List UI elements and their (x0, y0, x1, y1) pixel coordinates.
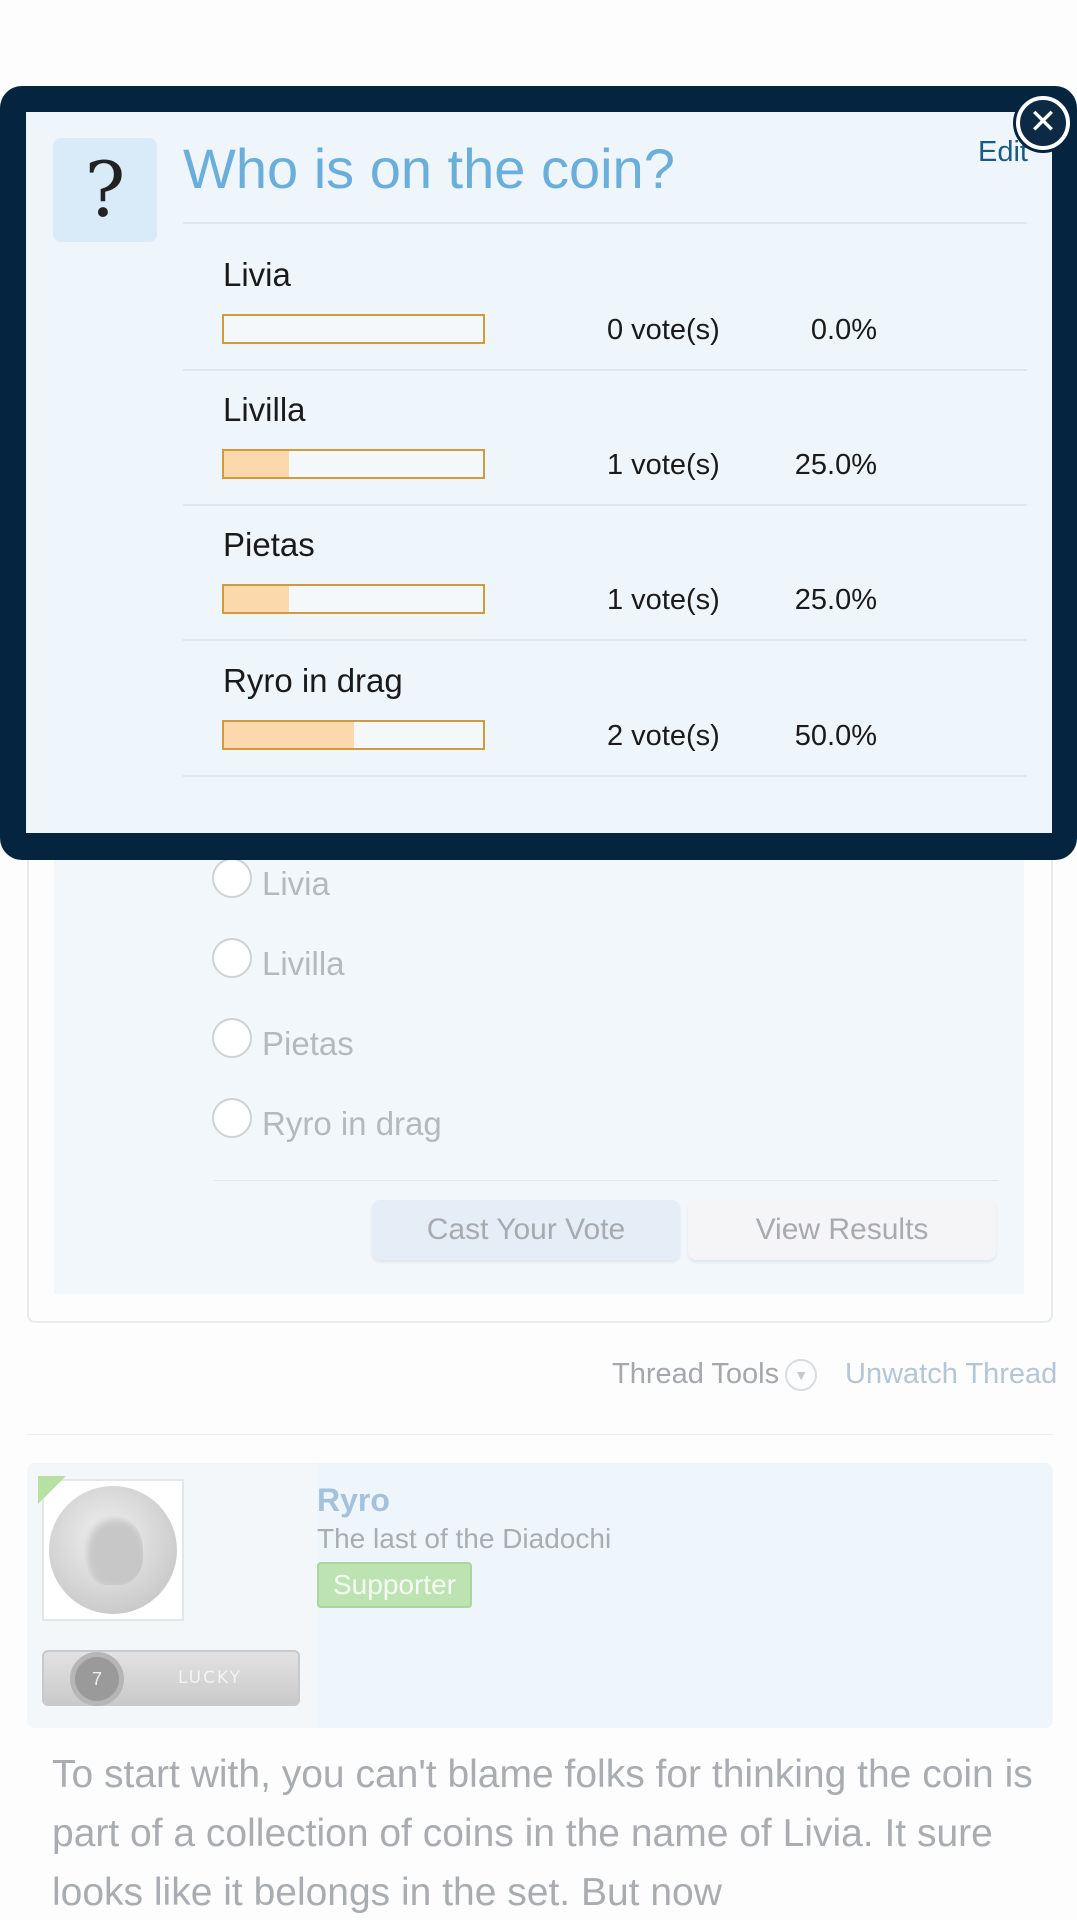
poll-option-livia[interactable]: Livia (212, 858, 330, 903)
vote-progress-bar (222, 584, 485, 614)
vote-progress-fill (224, 722, 354, 748)
rank-number-icon: 7 (70, 1652, 124, 1706)
divider (183, 222, 1027, 224)
poll-result-label: Ryro in drag (223, 662, 403, 699)
view-results-button[interactable]: View Results (688, 1200, 996, 1260)
poll-result-row: Livia 0 vote(s) 0.0% (183, 236, 1027, 371)
unwatch-thread-link[interactable]: Unwatch Thread (845, 1358, 1057, 1391)
vote-progress-fill (224, 451, 289, 477)
poll-option-pietas[interactable]: Pietas (212, 1018, 354, 1063)
vote-progress-bar (222, 314, 485, 344)
user-title: The last of the Diadochi (317, 1523, 612, 1554)
poll-result-votes: 0 vote(s) (607, 314, 720, 346)
poll-option-label: Ryro in drag (262, 1105, 442, 1142)
vote-progress-bar (222, 720, 485, 750)
poll-result-row: Livilla 1 vote(s) 25.0% (183, 371, 1027, 506)
divider (183, 775, 1027, 777)
cast-vote-button[interactable]: Cast Your Vote (372, 1200, 680, 1260)
vote-progress-bar (222, 449, 485, 479)
poll-result-row: Ryro in drag 2 vote(s) 50.0% (183, 642, 1027, 777)
online-status-icon (38, 1476, 66, 1504)
supporter-badge: Supporter (317, 1562, 472, 1608)
edit-poll-link[interactable]: Edit (978, 136, 1028, 169)
poll-result-label: Pietas (223, 526, 315, 563)
poll-result-percent: 0.0% (810, 314, 877, 346)
divider (183, 639, 1027, 641)
rank-label: LUCKY (178, 1668, 242, 1688)
poll-result-row: Pietas 1 vote(s) 25.0% (183, 506, 1027, 641)
poll-question-title: Who is on the coin? (183, 137, 675, 200)
radio-button[interactable] (212, 1098, 252, 1138)
poll-result-votes: 2 vote(s) (607, 720, 720, 752)
coin-avatar-image (49, 1486, 177, 1614)
post-body: To start with, you can't blame folks for… (52, 1753, 1033, 1914)
poll-result-percent: 50.0% (794, 720, 877, 752)
close-icon[interactable]: ✕ (1016, 96, 1070, 150)
poll-option-ryro-in-drag[interactable]: Ryro in drag (212, 1098, 442, 1143)
thread-tools-menu[interactable]: Thread Tools ▼ (612, 1358, 818, 1391)
poll-option-label: Livilla (262, 945, 345, 982)
poll-result-label: Livia (223, 256, 291, 293)
poll-result-percent: 25.0% (794, 584, 877, 616)
poll-result-votes: 1 vote(s) (607, 584, 720, 616)
divider (214, 1180, 998, 1181)
question-icon: ? (53, 138, 157, 242)
username-link[interactable]: Ryro (317, 1482, 390, 1519)
radio-button[interactable] (212, 858, 252, 898)
poll-option-label: Livia (262, 865, 330, 902)
chevron-down-icon[interactable]: ▼ (785, 1358, 818, 1391)
poll-result-votes: 1 vote(s) (607, 449, 720, 481)
vote-progress-fill (224, 586, 289, 612)
thread-tools-label: Thread Tools (612, 1358, 780, 1390)
poll-option-label: Pietas (262, 1025, 354, 1062)
poll-result-percent: 25.0% (794, 449, 877, 481)
divider (27, 1434, 1053, 1435)
poll-result-label: Livilla (223, 391, 306, 428)
radio-button[interactable] (212, 1018, 252, 1058)
radio-button[interactable] (212, 938, 252, 978)
poll-option-livilla[interactable]: Livilla (212, 938, 345, 983)
